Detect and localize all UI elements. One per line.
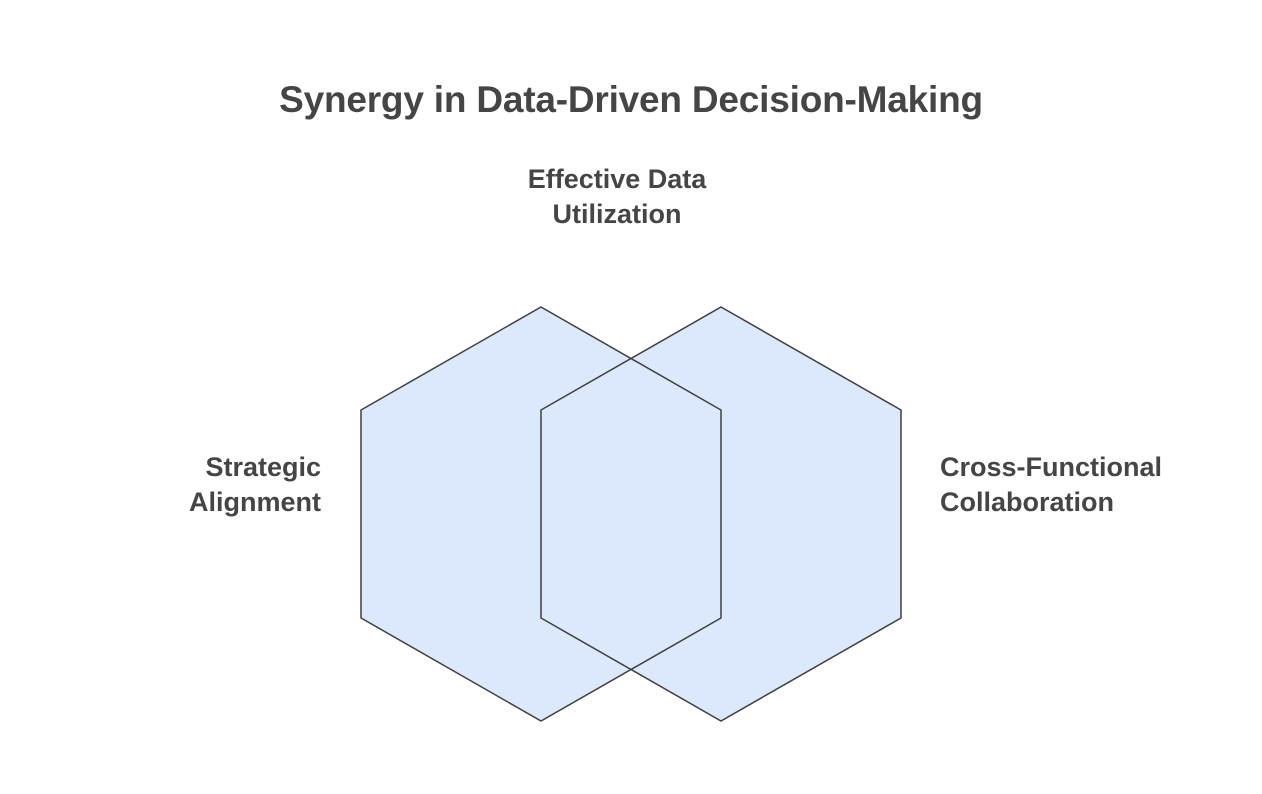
venn-hexagon-diagram (360, 306, 902, 722)
